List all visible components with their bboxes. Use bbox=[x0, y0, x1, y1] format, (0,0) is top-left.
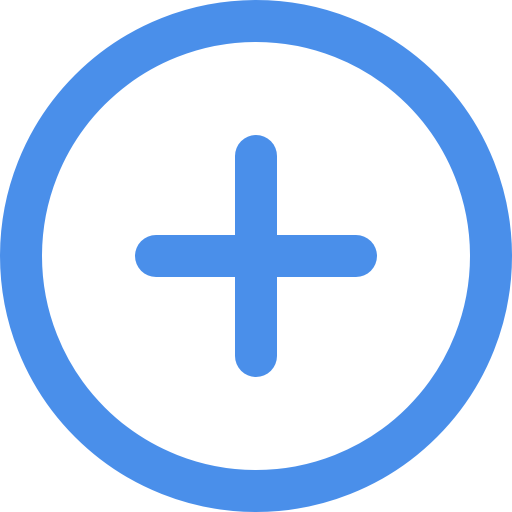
icon-canvas bbox=[0, 0, 512, 512]
add-circle-icon[interactable] bbox=[0, 0, 512, 512]
